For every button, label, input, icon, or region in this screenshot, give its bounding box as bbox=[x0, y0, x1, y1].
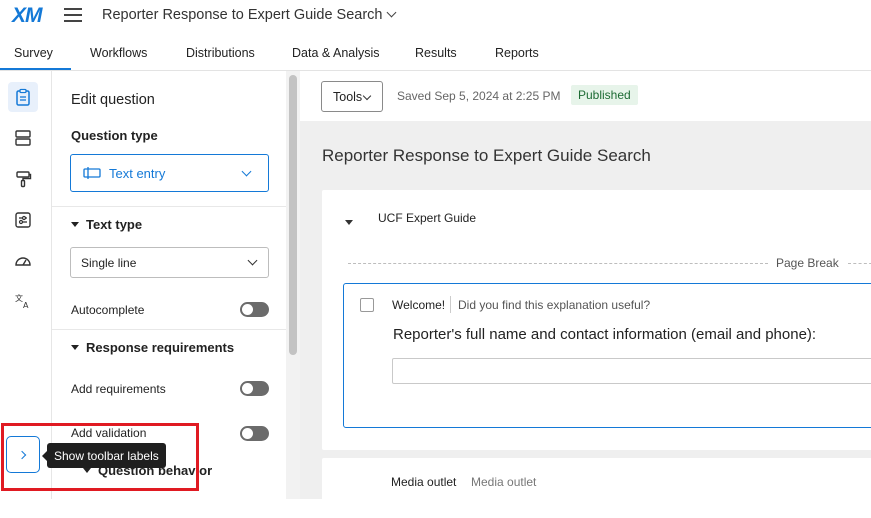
panel-scrollbar-thumb[interactable] bbox=[289, 75, 297, 355]
text-entry-icon bbox=[83, 167, 101, 179]
divider bbox=[52, 206, 286, 207]
canvas-toolbar: Tools Saved Sep 5, 2024 at 2:25 PM Publi… bbox=[300, 71, 871, 121]
project-title: Reporter Response to Expert Guide Search bbox=[102, 7, 383, 23]
survey-block: UCF Expert Guide Page Break Welcome! Did… bbox=[322, 190, 871, 450]
text-type-select[interactable]: Single line bbox=[70, 247, 269, 278]
question-type-select[interactable]: Text entry bbox=[70, 154, 269, 192]
question-description[interactable]: Media outlet bbox=[471, 475, 536, 489]
chevron-right-icon bbox=[17, 450, 26, 459]
svg-text:文: 文 bbox=[15, 293, 23, 303]
chevron-down-icon bbox=[387, 7, 397, 18]
text-entry-field[interactable] bbox=[392, 358, 871, 384]
question-id[interactable]: Media outlet bbox=[391, 475, 456, 489]
add-validation-label: Add validation bbox=[71, 426, 147, 440]
add-validation-toggle[interactable] bbox=[240, 426, 269, 441]
svg-text:A: A bbox=[23, 301, 29, 310]
collapse-triangle-icon bbox=[83, 468, 91, 473]
response-requirements-section-toggle[interactable]: Response requirements bbox=[71, 340, 234, 355]
main-nav-tabs: Survey Workflows Distributions Data & An… bbox=[0, 36, 871, 71]
block-name[interactable]: UCF Expert Guide bbox=[378, 211, 476, 225]
project-title-dropdown[interactable]: Reporter Response to Expert Guide Search bbox=[102, 7, 397, 23]
autocomplete-label: Autocomplete bbox=[71, 303, 145, 317]
xm-logo[interactable]: XM bbox=[12, 4, 42, 28]
tab-reports[interactable]: Reports bbox=[495, 46, 539, 60]
text-type-value: Single line bbox=[81, 256, 137, 270]
add-requirements-toggle[interactable] bbox=[240, 381, 269, 396]
question-select-checkbox[interactable] bbox=[360, 298, 374, 312]
translate-icon[interactable]: 文A bbox=[8, 286, 38, 316]
question-text[interactable]: Reporter's full name and contact informa… bbox=[393, 326, 816, 343]
hamburger-menu-icon[interactable] bbox=[64, 8, 82, 24]
tools-button[interactable]: Tools bbox=[321, 81, 383, 112]
edit-question-panel: Edit question Question type Text entry T… bbox=[52, 71, 286, 499]
collapse-triangle-icon bbox=[71, 345, 79, 350]
tab-workflows[interactable]: Workflows bbox=[90, 46, 147, 60]
top-bar: XM Reporter Response to Expert Guide Sea… bbox=[0, 0, 871, 36]
divider bbox=[52, 329, 286, 330]
survey-clipboard-icon[interactable] bbox=[8, 82, 38, 112]
question-type-value: Text entry bbox=[109, 165, 166, 181]
response-requirements-heading: Response requirements bbox=[86, 340, 235, 355]
survey-canvas: Tools Saved Sep 5, 2024 at 2:25 PM Publi… bbox=[300, 71, 871, 518]
text-type-section-toggle[interactable]: Text type bbox=[71, 217, 142, 232]
tools-gauge-icon[interactable] bbox=[8, 246, 38, 276]
question-card[interactable]: Welcome! Did you find this explanation u… bbox=[343, 283, 871, 428]
page-break-label: Page Break bbox=[776, 256, 839, 270]
tab-results[interactable]: Results bbox=[415, 46, 457, 60]
chevron-down-icon bbox=[247, 255, 258, 266]
add-requirements-label: Add requirements bbox=[71, 382, 166, 396]
saved-timestamp: Saved Sep 5, 2024 at 2:25 PM bbox=[397, 89, 561, 103]
tools-label: Tools bbox=[333, 90, 363, 104]
survey-options-sliders-icon[interactable] bbox=[8, 205, 38, 235]
show-toolbar-labels-button[interactable] bbox=[6, 436, 40, 473]
survey-title: Reporter Response to Expert Guide Search bbox=[322, 146, 651, 165]
chevron-down-icon bbox=[241, 166, 252, 177]
next-question-card[interactable]: Media outlet Media outlet bbox=[322, 458, 871, 518]
collapse-block-triangle-icon[interactable] bbox=[345, 220, 353, 225]
page-break-line bbox=[848, 263, 871, 264]
chevron-down-icon bbox=[362, 91, 372, 101]
page-break-line bbox=[348, 263, 768, 264]
tab-survey[interactable]: Survey bbox=[14, 46, 53, 60]
divider bbox=[450, 296, 451, 313]
tooltip: Show toolbar labels bbox=[42, 443, 166, 468]
look-and-feel-paintbrush-icon[interactable] bbox=[8, 164, 38, 194]
survey-flow-icon[interactable] bbox=[8, 123, 38, 153]
question-description[interactable]: Did you find this explanation useful? bbox=[458, 298, 650, 312]
tab-data-analysis[interactable]: Data & Analysis bbox=[292, 46, 380, 60]
status-badge: Published bbox=[571, 85, 638, 105]
tab-distributions[interactable]: Distributions bbox=[186, 46, 255, 60]
active-tab-indicator bbox=[0, 68, 71, 70]
question-id[interactable]: Welcome! bbox=[392, 298, 445, 312]
question-type-heading: Question type bbox=[71, 128, 158, 143]
left-icon-rail: 文A bbox=[0, 71, 52, 499]
collapse-triangle-icon bbox=[71, 222, 79, 227]
panel-title: Edit question bbox=[71, 92, 155, 108]
text-type-heading: Text type bbox=[86, 217, 143, 232]
autocomplete-toggle[interactable] bbox=[240, 302, 269, 317]
